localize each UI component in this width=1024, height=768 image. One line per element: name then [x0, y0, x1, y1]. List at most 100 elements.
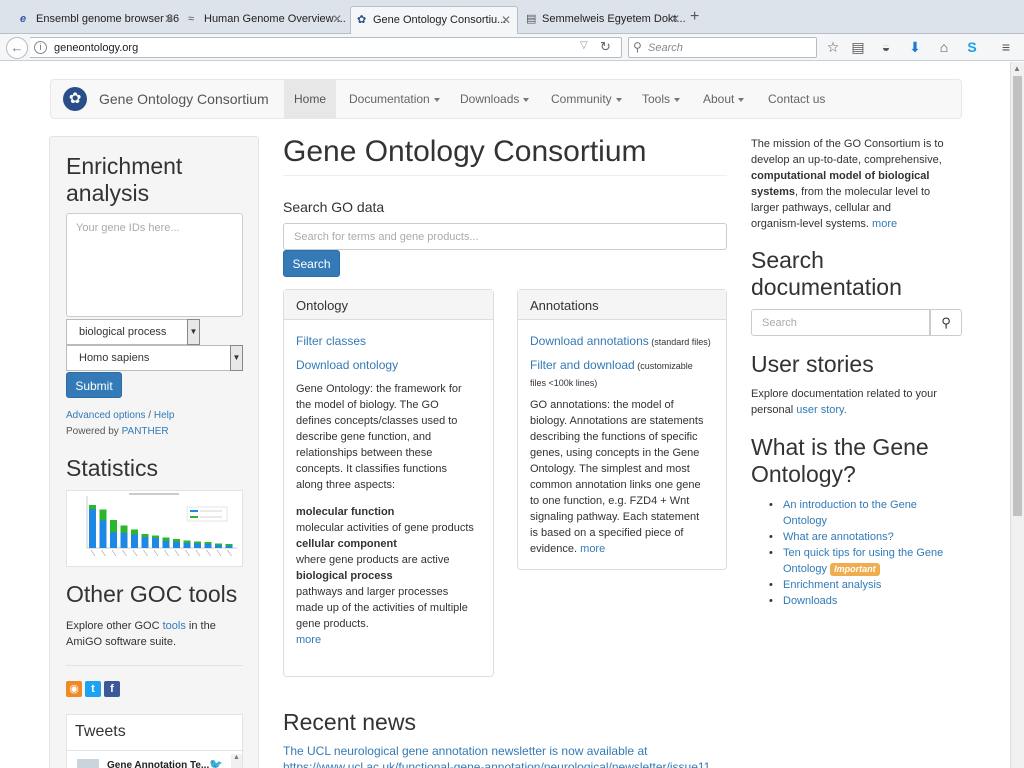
tweet-author[interactable]: Gene Annotation Te... — [107, 760, 209, 768]
stats-bar-blue — [204, 544, 212, 548]
ontology-para-line: concepts. It classifies functions — [296, 463, 448, 475]
twitter-icon[interactable]: t — [85, 681, 101, 697]
mission-statement: The mission of the GO Consortium is to d… — [751, 136, 963, 232]
news-item-link[interactable]: The UCL neurological gene annotation new… — [283, 744, 647, 758]
go-search-button[interactable]: Search — [283, 250, 340, 277]
what-is-go-title-line: Ontology? — [751, 461, 856, 487]
filter-download-link[interactable]: Filter and download — [530, 358, 635, 372]
nav-tools[interactable]: Tools — [632, 80, 690, 118]
advanced-options-link[interactable]: Advanced options — [66, 410, 146, 421]
scrollbar-thumb[interactable] — [1013, 76, 1022, 516]
bookmark-star-icon[interactable]: ☆ — [823, 37, 843, 57]
close-tab-icon[interactable]: ✕ — [164, 6, 174, 32]
ontology-more-link[interactable]: more — [296, 634, 321, 646]
tweet-row[interactable]: Gene Annotation Te... 🐦 ▲ — [67, 750, 244, 768]
scroll-up-arrow-icon[interactable]: ▲ — [1013, 64, 1021, 73]
ontology-select-value: biological process — [79, 326, 167, 338]
browser-tab-ensembl[interactable]: e Ensembl genome browser 86 ✕ — [14, 6, 180, 34]
submit-button[interactable]: Submit — [66, 372, 122, 398]
mission-line: The mission of the GO Consortium is to — [751, 138, 944, 150]
close-tab-icon[interactable]: ✕ — [501, 7, 511, 33]
url-text[interactable]: geneontology.org — [54, 42, 138, 54]
nav-home[interactable]: Home — [284, 80, 337, 118]
user-story-link[interactable]: user story. — [796, 404, 847, 416]
reload-icon[interactable]: ↻ — [600, 39, 611, 55]
url-bar[interactable]: i geneontology.org ▽ ↻ — [30, 37, 622, 58]
avatar[interactable] — [77, 759, 99, 768]
stats-tick-label — [132, 549, 138, 557]
tools-text-3: AmiGO software suite. — [66, 636, 177, 648]
nav-contact[interactable]: Contact us — [758, 80, 835, 118]
downloads-link[interactable]: Downloads — [783, 595, 837, 607]
home-icon[interactable]: ⌂ — [934, 37, 954, 57]
nav-documentation[interactable]: Documentation — [339, 80, 450, 118]
close-tab-icon[interactable]: ✕ — [332, 6, 342, 32]
select-arrow-icon[interactable]: ▼ — [187, 319, 200, 345]
stats-tick-label — [111, 549, 117, 557]
browser-tab-semmelweis[interactable]: ▤ Semmelweis Egyetem Dokt... ✕ — [520, 6, 686, 34]
select-arrow-icon[interactable]: ▼ — [230, 345, 243, 371]
quick-tips-link-cont[interactable]: Ontology — [783, 563, 827, 575]
annotations-para-line: is based on a specified piece of — [530, 527, 684, 539]
go-search-placeholder: Search for terms and gene products... — [294, 231, 479, 243]
browser-tab-human-genome[interactable]: ≈ Human Genome Overview ... ✕ — [182, 6, 348, 34]
stats-bar-blue — [194, 543, 201, 548]
tweet-scroll-up-icon[interactable]: ▲ — [231, 754, 242, 768]
help-link[interactable]: Help — [154, 410, 175, 421]
list-item[interactable]: What are annotations? — [765, 529, 965, 545]
statistics-chart-svg — [86, 493, 237, 557]
download-ontology-link[interactable]: Download ontology — [296, 358, 398, 372]
go-search-input[interactable]: Search for terms and gene products... — [283, 223, 727, 250]
page-scrollbar[interactable]: ▲ — [1010, 62, 1024, 768]
info-icon[interactable]: i — [34, 41, 47, 54]
dropdown-arrow-icon[interactable]: ▽ — [580, 40, 588, 51]
ontology-panel: Ontology Filter classes Download ontolog… — [283, 289, 494, 677]
ensembl-icon: e — [20, 13, 27, 25]
brand-name[interactable]: Gene Ontology Consortium — [99, 91, 269, 107]
search-icon[interactable]: ⚲ — [930, 309, 962, 336]
filter-classes-link[interactable]: Filter classes — [296, 334, 366, 348]
skype-icon[interactable]: S — [962, 37, 982, 57]
go-logo-icon[interactable]: ✿ — [63, 87, 87, 111]
reading-list-icon[interactable]: ▤ — [848, 37, 868, 57]
annotations-more-link[interactable]: more — [580, 543, 605, 555]
browser-tab-gene-ontology[interactable]: ✿ Gene Ontology Consortiu... ✕ — [350, 6, 518, 34]
back-arrow-icon[interactable]: ← — [6, 37, 28, 59]
statistics-chart-image[interactable] — [66, 490, 243, 567]
nav-about[interactable]: About — [693, 80, 754, 118]
nav-downloads[interactable]: Downloads — [450, 80, 539, 118]
list-item[interactable]: Downloads — [765, 593, 965, 609]
quick-tips-link[interactable]: Ten quick tips for using the Gene — [783, 547, 943, 559]
hamburger-menu-icon[interactable]: ≡ — [996, 37, 1016, 57]
intro-link[interactable]: An introduction to the Gene — [783, 499, 917, 511]
annotations-para-line: biology. Annotations are statements — [530, 415, 704, 427]
stats-bar-blue — [173, 542, 180, 548]
list-item[interactable]: An introduction to the Gene Ontology — [765, 497, 965, 529]
new-tab-icon[interactable]: + — [690, 8, 699, 26]
nav-community[interactable]: Community — [541, 80, 632, 118]
nav-tools-label: Tools — [642, 92, 671, 106]
rss-icon[interactable]: ◉ — [66, 681, 82, 697]
stats-bar-green — [131, 529, 138, 535]
annotations-link[interactable]: What are annotations? — [783, 531, 894, 543]
ontology-select[interactable]: biological process ▼ — [66, 319, 200, 345]
browser-search-input[interactable]: ⚲ Search — [628, 37, 817, 58]
download-annotations-link[interactable]: Download annotations — [530, 334, 649, 348]
documentation-search-input[interactable]: Search — [751, 309, 930, 336]
gene-ids-textarea[interactable]: Your gene IDs here... — [66, 213, 243, 317]
list-item[interactable]: Ten quick tips for using the Gene Ontolog… — [765, 545, 965, 577]
nav-contact-label: Contact us — [768, 92, 826, 106]
panther-link[interactable]: PANTHER — [122, 426, 169, 437]
intro-link-cont[interactable]: Ontology — [783, 515, 827, 527]
mission-more-link[interactable]: more — [872, 218, 897, 230]
tools-link[interactable]: tools — [163, 620, 186, 632]
download-arrow-icon[interactable]: ⬇ — [905, 37, 925, 57]
facebook-icon[interactable]: f — [104, 681, 120, 697]
stats-tick-label — [153, 549, 159, 557]
list-item[interactable]: Enrichment analysis — [765, 577, 965, 593]
species-select[interactable]: Homo sapiens ▼ — [66, 345, 243, 371]
news-item-url-link[interactable]: https://www.ucl.ac.uk/functional-gene-an… — [283, 760, 710, 768]
close-tab-icon[interactable]: ✕ — [670, 6, 680, 32]
enrichment-link[interactable]: Enrichment analysis — [783, 579, 881, 591]
pocket-icon[interactable]: ◒ — [876, 37, 896, 57]
